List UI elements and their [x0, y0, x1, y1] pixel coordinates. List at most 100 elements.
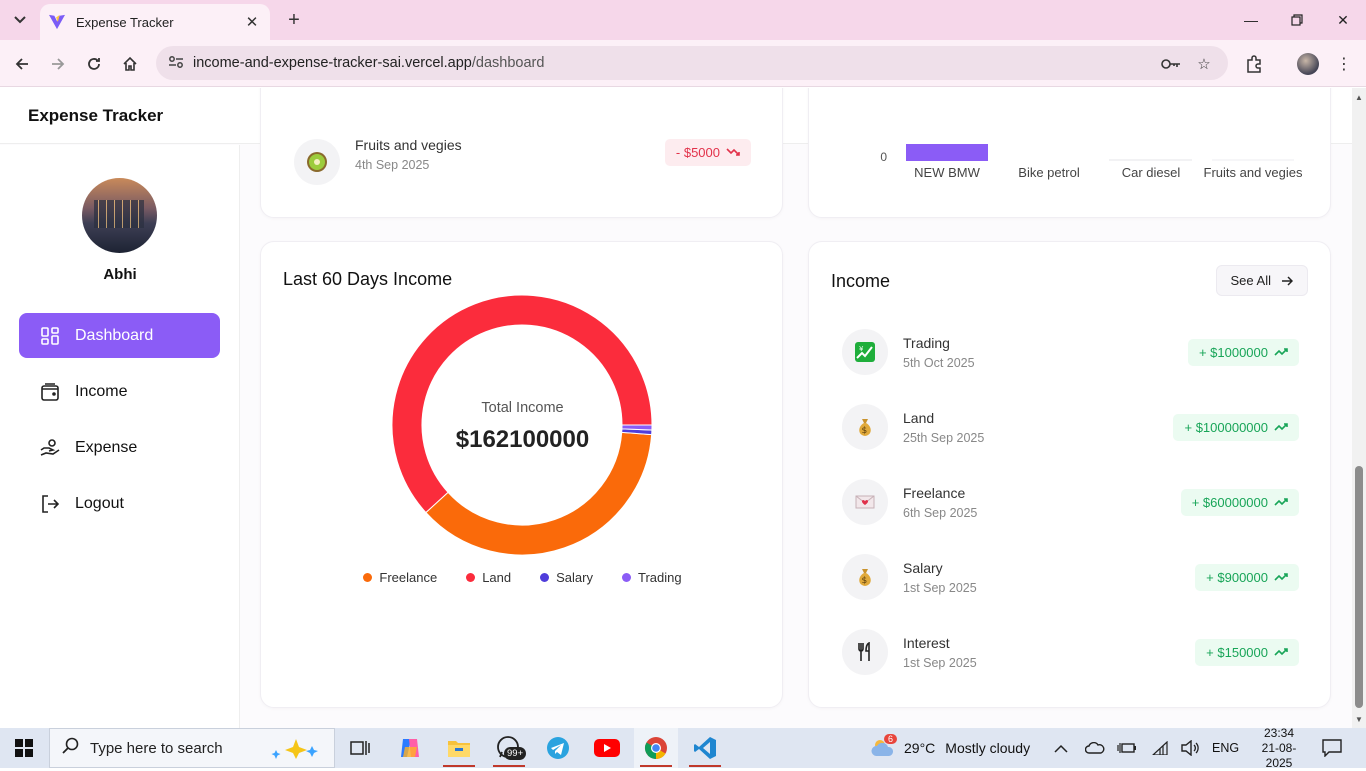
search-placeholder: Type here to search — [90, 739, 223, 757]
income-row-freelance[interactable]: Freelance 6th Sep 2025 + $60000000 — [842, 479, 1299, 525]
sidebar-item-label: Logout — [75, 494, 124, 512]
home-button[interactable] — [116, 50, 144, 78]
scroll-up-icon[interactable]: ▲ — [1352, 90, 1366, 104]
x-tick-label: Bike petrol — [1018, 165, 1080, 180]
page-scrollbar[interactable]: ▲ ▼ — [1352, 88, 1366, 728]
battery-icon[interactable] — [1117, 728, 1137, 768]
reload-button[interactable] — [80, 50, 108, 78]
chrome-icon[interactable] — [634, 728, 678, 768]
income-amount-badge: + $60000000 — [1180, 488, 1299, 516]
notifications-icon[interactable] — [1322, 728, 1342, 768]
task-view-icon[interactable] — [338, 728, 382, 768]
utensils-icon — [842, 629, 888, 675]
close-window-button[interactable]: ✕ — [1320, 0, 1366, 40]
income-amount: + $900000 — [1206, 569, 1268, 585]
legend-salary: Salary — [540, 570, 593, 585]
tab-search-dropdown-icon[interactable] — [6, 6, 34, 34]
sidebar-item-expense[interactable]: Expense — [19, 425, 220, 470]
vscode-icon[interactable] — [683, 728, 727, 768]
legend-freelance: Freelance — [363, 570, 437, 585]
address-bar[interactable]: income-and-expense-tracker-sai.vercel.ap… — [156, 46, 1228, 80]
wallet-icon — [39, 381, 61, 403]
onedrive-icon[interactable] — [1085, 728, 1105, 768]
tab-close-icon[interactable]: ✕ — [242, 13, 262, 31]
income-date: 1st Sep 2025 — [903, 655, 977, 670]
expense-bar-chart-partial: 0 NEW BMW Bike petrol Car diesel Fruits … — [808, 88, 1331, 218]
income-list-card: Income See All ¥ Trading 5th Oct 2025 + … — [808, 241, 1331, 708]
x-tick-label: NEW BMW — [914, 165, 980, 180]
income-title: Interest — [903, 634, 950, 651]
trend-up-icon — [1274, 348, 1288, 356]
copilot-app-icon[interactable] — [388, 728, 432, 768]
telegram-icon[interactable] — [536, 728, 580, 768]
bar-new-bmw[interactable] — [906, 144, 988, 161]
windows-start-button[interactable] — [0, 728, 48, 768]
forward-button[interactable] — [44, 50, 72, 78]
clock[interactable]: 23:34 21-08-2025 — [1252, 726, 1306, 770]
svg-text:$: $ — [862, 426, 868, 436]
sidebar-item-label: Income — [75, 382, 128, 400]
sidebar-item-label: Dashboard — [75, 326, 154, 344]
income-row-land[interactable]: $ Land 25th Sep 2025 + $100000000 — [842, 404, 1299, 450]
restore-button[interactable] — [1274, 0, 1320, 40]
donut-center-label: Total Income — [481, 400, 564, 416]
back-button[interactable] — [8, 50, 36, 78]
weather-badge: 6 — [884, 733, 898, 744]
minimize-button[interactable]: — — [1228, 0, 1274, 40]
windows-taskbar: Type here to search 99+ 6 29°C Mostly cl… — [0, 726, 1366, 770]
income-amount: + $150000 — [1206, 644, 1268, 660]
trend-down-icon — [726, 148, 740, 156]
chart-yen-icon: ¥ — [842, 329, 888, 375]
income-row-interest[interactable]: Interest 1st Sep 2025 + $150000 — [842, 629, 1299, 675]
whatsapp-icon[interactable]: 99+ — [487, 728, 531, 768]
file-explorer-icon[interactable] — [437, 728, 481, 768]
page-viewport: Expense Tracker Abhi Dashboard Income Ex… — [0, 88, 1352, 728]
income-title: Freelance — [903, 484, 966, 501]
taskbar-search-box[interactable]: Type here to search — [49, 728, 335, 768]
income-amount: + $60000000 — [1191, 494, 1268, 510]
browser-tab-active[interactable]: Expense Tracker ✕ — [40, 4, 270, 40]
see-all-button[interactable]: See All — [1215, 265, 1308, 296]
income-title: Trading — [903, 334, 950, 351]
youtube-icon[interactable] — [585, 728, 629, 768]
money-bag-icon: $ — [842, 404, 888, 450]
love-letter-icon — [842, 479, 888, 525]
volume-icon[interactable] — [1181, 728, 1201, 768]
bookmark-star-icon[interactable]: ☆ — [1194, 54, 1214, 74]
site-info-icon[interactable] — [162, 55, 190, 72]
donut-center-value: $162100000 — [455, 426, 590, 453]
income-amount-badge: + $900000 — [1195, 563, 1299, 591]
income-amount: + $1000000 — [1198, 344, 1268, 360]
expense-row[interactable]: Fruits and vegies 4th Sep 2025 - $5000 — [294, 137, 751, 185]
sidebar-item-logout[interactable]: Logout — [19, 481, 220, 526]
expense-amount: - $5000 — [675, 144, 720, 160]
new-tab-button[interactable]: + — [280, 6, 308, 34]
sidebar-item-income[interactable]: Income — [19, 369, 220, 414]
see-all-label: See All — [1230, 273, 1271, 288]
password-key-icon[interactable] — [1161, 54, 1181, 74]
language-indicator[interactable]: ENG — [1212, 728, 1239, 768]
expense-amount-badge: - $5000 — [664, 138, 751, 166]
income-row-salary[interactable]: $ Salary 1st Sep 2025 + $900000 — [842, 554, 1299, 600]
donut-legend: Freelance Land Salary Trading — [261, 570, 784, 585]
browser-menu-icon[interactable]: ⋮ — [1332, 52, 1356, 76]
vite-favicon-icon — [49, 14, 65, 30]
money-bag-icon: $ — [842, 554, 888, 600]
browser-toolbar: income-and-expense-tracker-sai.vercel.ap… — [0, 40, 1366, 87]
whatsapp-badge: 99+ — [504, 747, 527, 760]
hand-coins-icon — [39, 437, 61, 459]
extensions-icon[interactable] — [1242, 52, 1266, 76]
wifi-icon[interactable] — [1151, 728, 1169, 768]
x-tick-label: Fruits and vegies — [1204, 165, 1303, 180]
sidebar-item-label: Expense — [75, 438, 138, 456]
username: Abhi — [103, 266, 137, 283]
show-hidden-icons-icon[interactable] — [1054, 728, 1068, 768]
scrollbar-thumb[interactable] — [1355, 466, 1363, 708]
weather-widget[interactable]: 6 29°C Mostly cloudy — [870, 728, 1030, 768]
income-row-trading[interactable]: ¥ Trading 5th Oct 2025 + $1000000 — [842, 329, 1299, 375]
trend-up-icon — [1274, 423, 1288, 431]
url-domain: income-and-expense-tracker-sai.vercel.ap… — [193, 55, 472, 71]
sidebar-item-dashboard[interactable]: Dashboard — [19, 313, 220, 358]
scroll-down-icon[interactable]: ▼ — [1352, 712, 1366, 726]
profile-avatar-icon[interactable] — [1296, 52, 1320, 76]
